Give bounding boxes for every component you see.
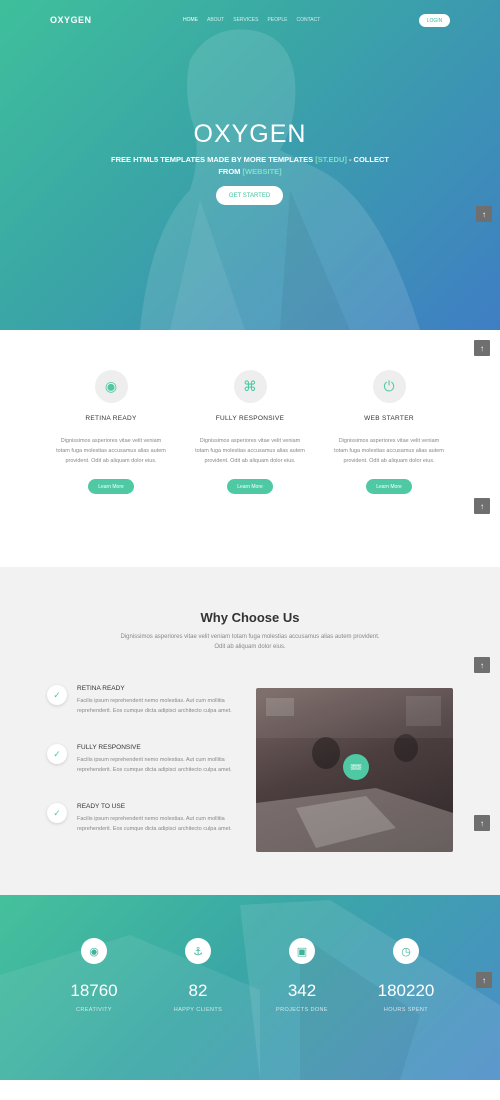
play-icon[interactable]: 🎟 (343, 754, 369, 780)
feature-title: RETINA READY (85, 415, 137, 422)
stat-hours-spent: ◷ 180220 HOURS SPENT (356, 938, 456, 1013)
stats-section: ◉ 18760 CREATIVITY ⚓ 82 HAPPY CLIENTS ▣ … (0, 895, 500, 1080)
why-item-title: RETINA READY (77, 685, 125, 692)
scroll-top-button-1[interactable]: ↑ (476, 206, 492, 222)
learn-more-button[interactable]: Learn More (88, 479, 134, 494)
briefcase-icon: ▣ (289, 938, 315, 964)
hero-section: OXYGEN HOME ABOUT SERVICES PEOPLE CONTAC… (0, 0, 500, 330)
feature-card-retina: ◉ RETINA READY Dignissimos asperiores vi… (41, 370, 181, 494)
why-item-title: READY TO USE (77, 803, 126, 810)
check-icon: ✓ (47, 685, 67, 705)
hero-subtitle-text: FREE HTML5 TEMPLATES MADE BY MORE TEMPLA… (111, 155, 314, 164)
stat-label: HAPPY CLIENTS (173, 1007, 223, 1013)
stat-projects-done: ▣ 342 PROJECTS DONE (252, 938, 352, 1013)
section-subtitle: Dignissimos asperiores vitae velit venia… (120, 634, 380, 650)
stat-number: 82 (188, 981, 208, 1000)
power-icon: ⏻ (372, 370, 406, 403)
feature-card-responsive: ⌘ FULLY RESPONSIVE Dignissimos asperiore… (180, 370, 320, 494)
stat-creativity: ◉ 18760 CREATIVITY (44, 938, 144, 1013)
check-icon: ✓ (47, 803, 67, 823)
eye-icon: ◉ (94, 370, 128, 403)
top-navigation: OXYGEN HOME ABOUT SERVICES PEOPLE CONTAC… (0, 0, 500, 40)
check-icon: ✓ (47, 744, 67, 764)
page-bottom-strip (0, 1080, 500, 1100)
hero-title: OXYGEN (193, 120, 307, 148)
scroll-top-button-3[interactable]: ↑ (474, 498, 490, 514)
main-menu: HOME ABOUT SERVICES PEOPLE CONTACT (183, 17, 320, 23)
feature-text: Dignissimos asperiores vitae velit venia… (56, 438, 166, 464)
hero-subtitle-link-2[interactable]: [WEBSITE] (243, 167, 282, 176)
scroll-top-button-5[interactable]: ↑ (474, 815, 490, 831)
why-item-title: FULLY RESPONSIVE (77, 744, 141, 751)
feature-title: FULLY RESPONSIVE (215, 415, 285, 422)
scroll-top-button-4[interactable]: ↑ (474, 657, 490, 673)
video-thumbnail[interactable]: 🎟 (256, 688, 453, 852)
login-button[interactable]: LOGIN (419, 14, 450, 27)
stat-label: CREATIVITY (76, 1007, 112, 1013)
learn-more-button[interactable]: Learn More (227, 479, 273, 494)
eye-icon: ◉ (81, 938, 107, 964)
feature-text: Dignissimos asperiores vitae velit venia… (195, 438, 305, 464)
menu-item-people[interactable]: PEOPLE (267, 17, 287, 23)
clock-icon: ◷ (393, 938, 419, 964)
section-title: Why Choose Us (200, 610, 300, 625)
command-icon: ⌘ (233, 370, 267, 403)
stat-label: PROJECTS DONE (276, 1007, 328, 1013)
feature-title: WEB STARTER (364, 415, 414, 422)
feature-text: Dignissimos asperiores vitae velit venia… (334, 438, 444, 464)
why-item-text: Facilis ipsum reprehenderit nemo molesti… (77, 698, 232, 714)
anchor-icon: ⚓ (185, 938, 211, 964)
stat-happy-clients: ⚓ 82 HAPPY CLIENTS (148, 938, 248, 1013)
why-item-text: Facilis ipsum reprehenderit nemo molesti… (77, 757, 232, 773)
menu-item-contact[interactable]: CONTACT (296, 17, 320, 23)
learn-more-button[interactable]: Learn More (366, 479, 412, 494)
stat-number: 18760 (70, 981, 118, 1000)
stat-number: 180220 (377, 981, 435, 1000)
hero-subtitle: FREE HTML5 TEMPLATES MADE BY MORE TEMPLA… (110, 154, 390, 178)
scroll-top-button-6[interactable]: ↑ (476, 972, 492, 988)
site-logo[interactable]: OXYGEN (50, 15, 92, 25)
menu-item-about[interactable]: ABOUT (207, 17, 224, 23)
why-choose-us-section: Why Choose Us Dignissimos asperiores vit… (0, 567, 500, 895)
get-started-button[interactable]: GET STARTED (216, 186, 283, 205)
why-item-text: Facilis ipsum reprehenderit nemo molesti… (77, 816, 232, 832)
features-section: ↑ ◉ RETINA READY Dignissimos asperiores … (0, 330, 500, 567)
feature-card-web-starter: ⏻ WEB STARTER Dignissimos asperiores vit… (319, 370, 459, 494)
stat-number: 342 (287, 981, 317, 1000)
stat-label: HOURS SPENT (383, 1007, 429, 1013)
menu-item-home[interactable]: HOME (183, 17, 198, 23)
menu-item-services[interactable]: SERVICES (233, 17, 258, 23)
scroll-top-button-2[interactable]: ↑ (474, 340, 490, 356)
hero-subtitle-link-1[interactable]: [ST.EDU] (315, 155, 347, 164)
